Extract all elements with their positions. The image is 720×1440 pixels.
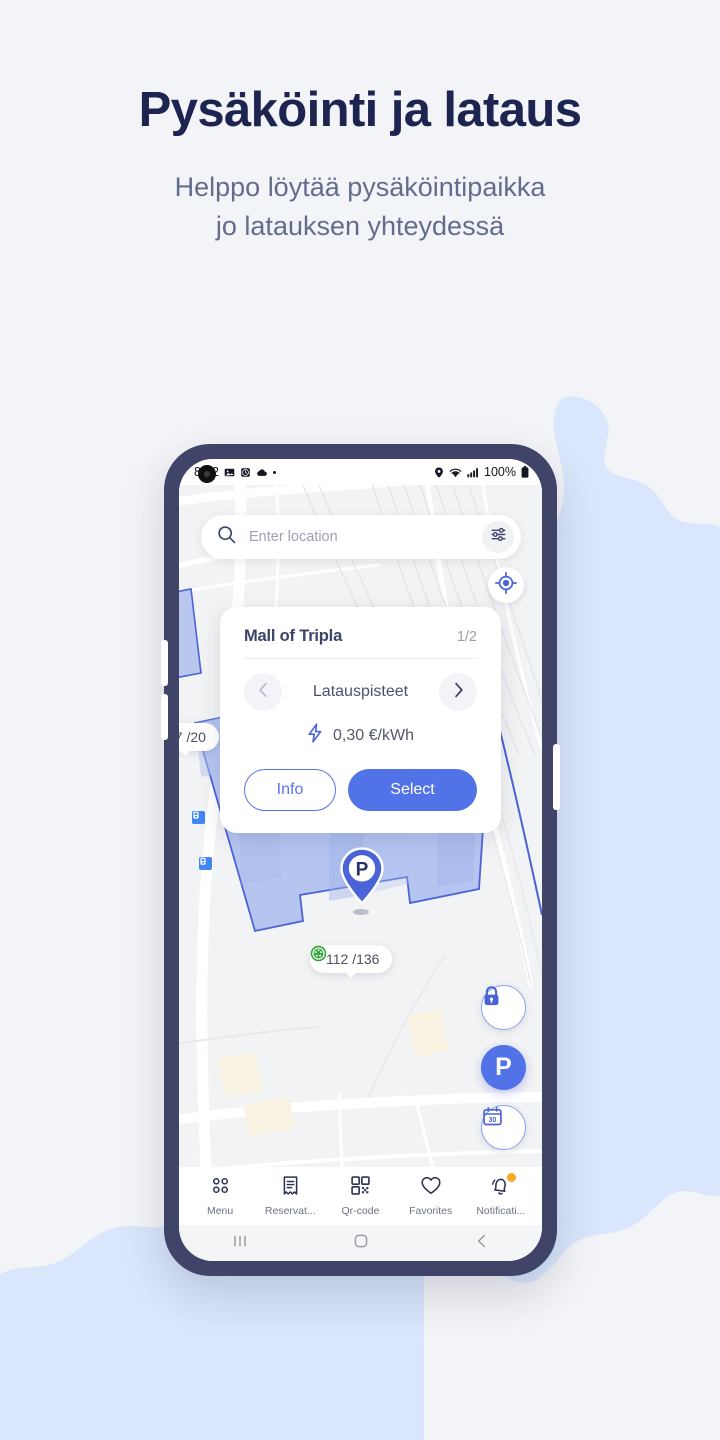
svg-text:30: 30 (489, 1117, 497, 1124)
chevron-right-icon (453, 682, 464, 703)
card-price-row: 0,30 €/kWh (244, 723, 477, 748)
card-title: Mall of Tripla (244, 627, 343, 645)
nav-label-qr-code: Qr-code (341, 1205, 380, 1217)
my-location-icon (495, 571, 517, 599)
hero-section: Pysäköinti ja lataus Helppo löytää pysäk… (0, 0, 720, 245)
phone-mockup: 8:52 (161, 444, 560, 1276)
page-title: Pysäköinti ja lataus (138, 83, 582, 137)
nav-item-favorites[interactable]: Favorites (398, 1175, 464, 1217)
phone-screen: 8:52 (179, 459, 542, 1261)
alarm-icon (240, 467, 251, 478)
battery-percent: 100% (484, 465, 516, 479)
chevron-left-icon (258, 682, 269, 703)
nav-label-notifications: Notificati... (476, 1205, 526, 1217)
recents-icon[interactable] (231, 1232, 249, 1255)
card-price: 0,30 €/kWh (333, 726, 414, 744)
card-category-nav: Latauspisteet (244, 673, 477, 711)
search-icon (217, 525, 236, 549)
parking-pin[interactable]: P (339, 847, 385, 905)
card-actions: Info Select (244, 769, 477, 811)
location-info-card: Mall of Tripla 1/2 Latauspisteet 0,30 €/… (220, 607, 501, 833)
card-page-count: 1/2 (456, 629, 477, 645)
notification-badge (506, 1173, 516, 1182)
transit-marker-icon[interactable] (192, 811, 205, 824)
status-bar: 8:52 (179, 459, 542, 485)
heart-icon (420, 1175, 442, 1201)
back-chevron-icon[interactable] (473, 1232, 491, 1255)
subtitle-line-1: Helppo löytää pysäköintipaikka (174, 172, 546, 203)
subtitle-line-2: jo latauksen yhteydessä (215, 210, 505, 241)
my-location-button[interactable] (488, 567, 524, 603)
map-canvas[interactable]: Veturitie Pasilankatu P (179, 485, 542, 1225)
grid-dots-icon (210, 1175, 231, 1201)
battery-icon (521, 466, 529, 478)
bottom-navigation: Menu Reservat... Qr-code Favorites Notif… (179, 1167, 542, 1225)
android-navigation-bar (179, 1225, 542, 1261)
occupancy-badge-secondary[interactable]: 17 /20 (179, 723, 219, 756)
lightning-bolt-icon (307, 723, 323, 748)
calendar-fab[interactable]: 30 (481, 1105, 526, 1150)
search-input[interactable]: Enter location (249, 529, 482, 545)
location-icon (434, 466, 444, 478)
filter-button[interactable] (482, 521, 514, 553)
parking-icon: P (495, 1053, 512, 1081)
volume-up-button[interactable] (161, 640, 168, 686)
photo-icon (224, 467, 235, 478)
nav-label-reservations: Reservat... (264, 1205, 316, 1217)
home-icon[interactable] (352, 1232, 370, 1255)
dot-icon (273, 470, 277, 474)
front-camera-punch-hole (198, 465, 216, 483)
filter-sliders-icon (490, 526, 507, 548)
power-button[interactable] (553, 744, 560, 810)
occupancy-text: 112 /136 (326, 951, 380, 967)
receipt-icon (280, 1175, 301, 1201)
nav-item-qr-code[interactable]: Qr-code (327, 1175, 393, 1217)
volume-down-button[interactable] (161, 694, 168, 740)
nav-label-favorites: Favorites (409, 1205, 453, 1217)
qr-code-icon (350, 1175, 371, 1201)
prev-category-button[interactable] (244, 673, 282, 711)
transit-marker-icon[interactable] (199, 857, 212, 870)
card-category-label: Latauspisteet (312, 683, 409, 700)
pin-shadow (353, 909, 369, 915)
cloud-icon (256, 467, 268, 478)
nav-label-menu: Menu (206, 1205, 234, 1217)
search-bar[interactable]: Enter location (201, 515, 521, 559)
occupancy-text-secondary: 17 /20 (179, 729, 206, 745)
nav-item-menu[interactable]: Menu (187, 1175, 253, 1217)
card-header: Mall of Tripla 1/2 (244, 627, 477, 659)
wifi-icon (449, 467, 462, 478)
info-button[interactable]: Info (244, 769, 336, 811)
svg-text:P: P (356, 860, 369, 881)
next-category-button[interactable] (439, 673, 477, 711)
parking-fab[interactable]: P (481, 1045, 526, 1090)
occupancy-badge[interactable]: 112 /136 (310, 945, 393, 978)
lock-fab[interactable] (481, 985, 526, 1030)
signal-icon (467, 467, 479, 478)
nav-item-reservations[interactable]: Reservat... (257, 1175, 323, 1217)
select-button[interactable]: Select (348, 769, 477, 811)
page-subtitle: Helppo löytää pysäköintipaikka jo latauk… (0, 168, 720, 245)
nav-item-notifications[interactable]: Notificati... (468, 1173, 534, 1217)
